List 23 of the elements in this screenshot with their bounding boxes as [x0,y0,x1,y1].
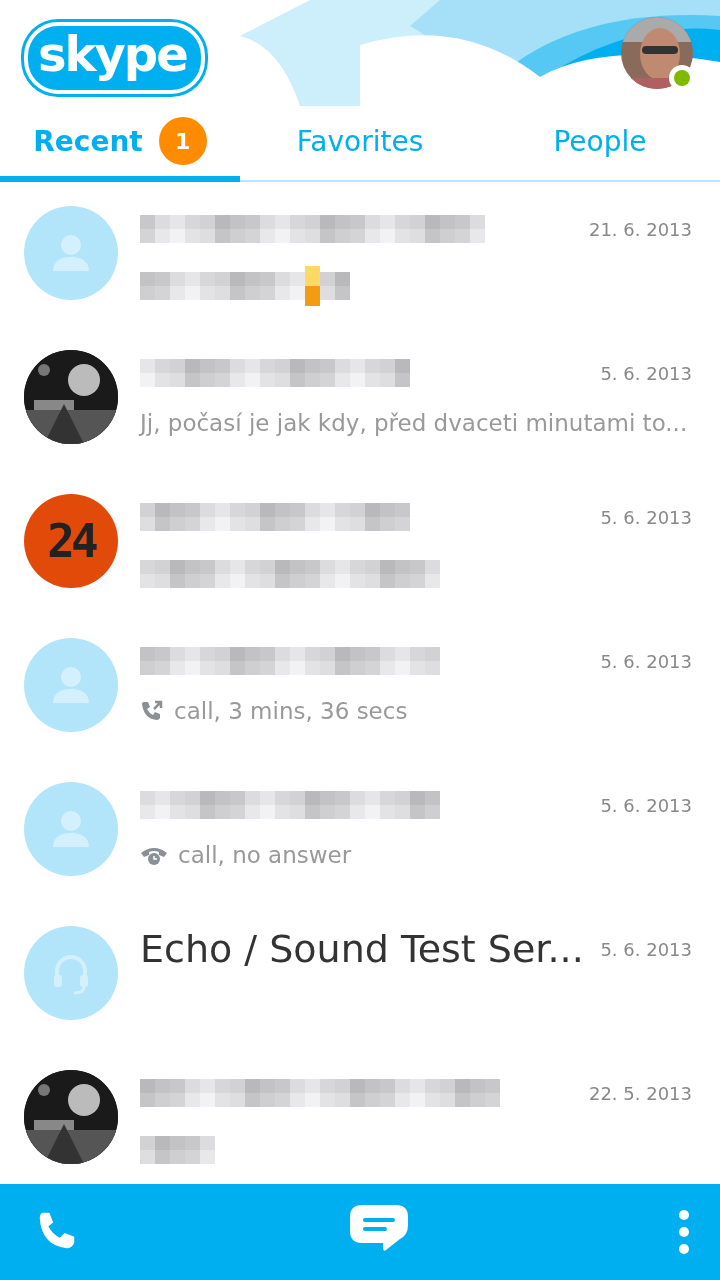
avatar-text: 24 [47,514,95,568]
message-preview: Jj, počasí je jak kdy, před dvaceti minutami to... [140,410,689,436]
tab-label: People [553,124,647,158]
skype-logo: skype [24,22,205,94]
contact-name: Echo / Sound Test Ser... [140,927,584,971]
tab[interactable]: Favorites [240,106,480,182]
call-summary: call, no answer [178,842,352,868]
unread-count: 1 [158,117,207,165]
tab[interactable]: People [480,106,720,182]
more-button[interactable] [678,1209,690,1255]
message-date: 21. 6. 2013 [588,218,692,240]
message-date: 5. 6. 2013 [600,362,692,384]
message-date: 5. 6. 2013 [600,794,692,816]
message-date: 5. 6. 2013 [600,506,692,528]
message-date: 5. 6. 2013 [600,938,692,960]
call-summary: call, 3 mins, 36 secs [174,698,408,724]
message-date: 5. 6. 2013 [600,650,692,672]
phone-arrow-icon [140,699,164,723]
more-icon [678,1209,690,1255]
tab-label: Favorites [296,124,424,158]
tab[interactable]: Recent 1 [0,106,240,182]
message-date: 22. 5. 2013 [588,1082,692,1104]
tab-label: Recent [33,124,143,158]
